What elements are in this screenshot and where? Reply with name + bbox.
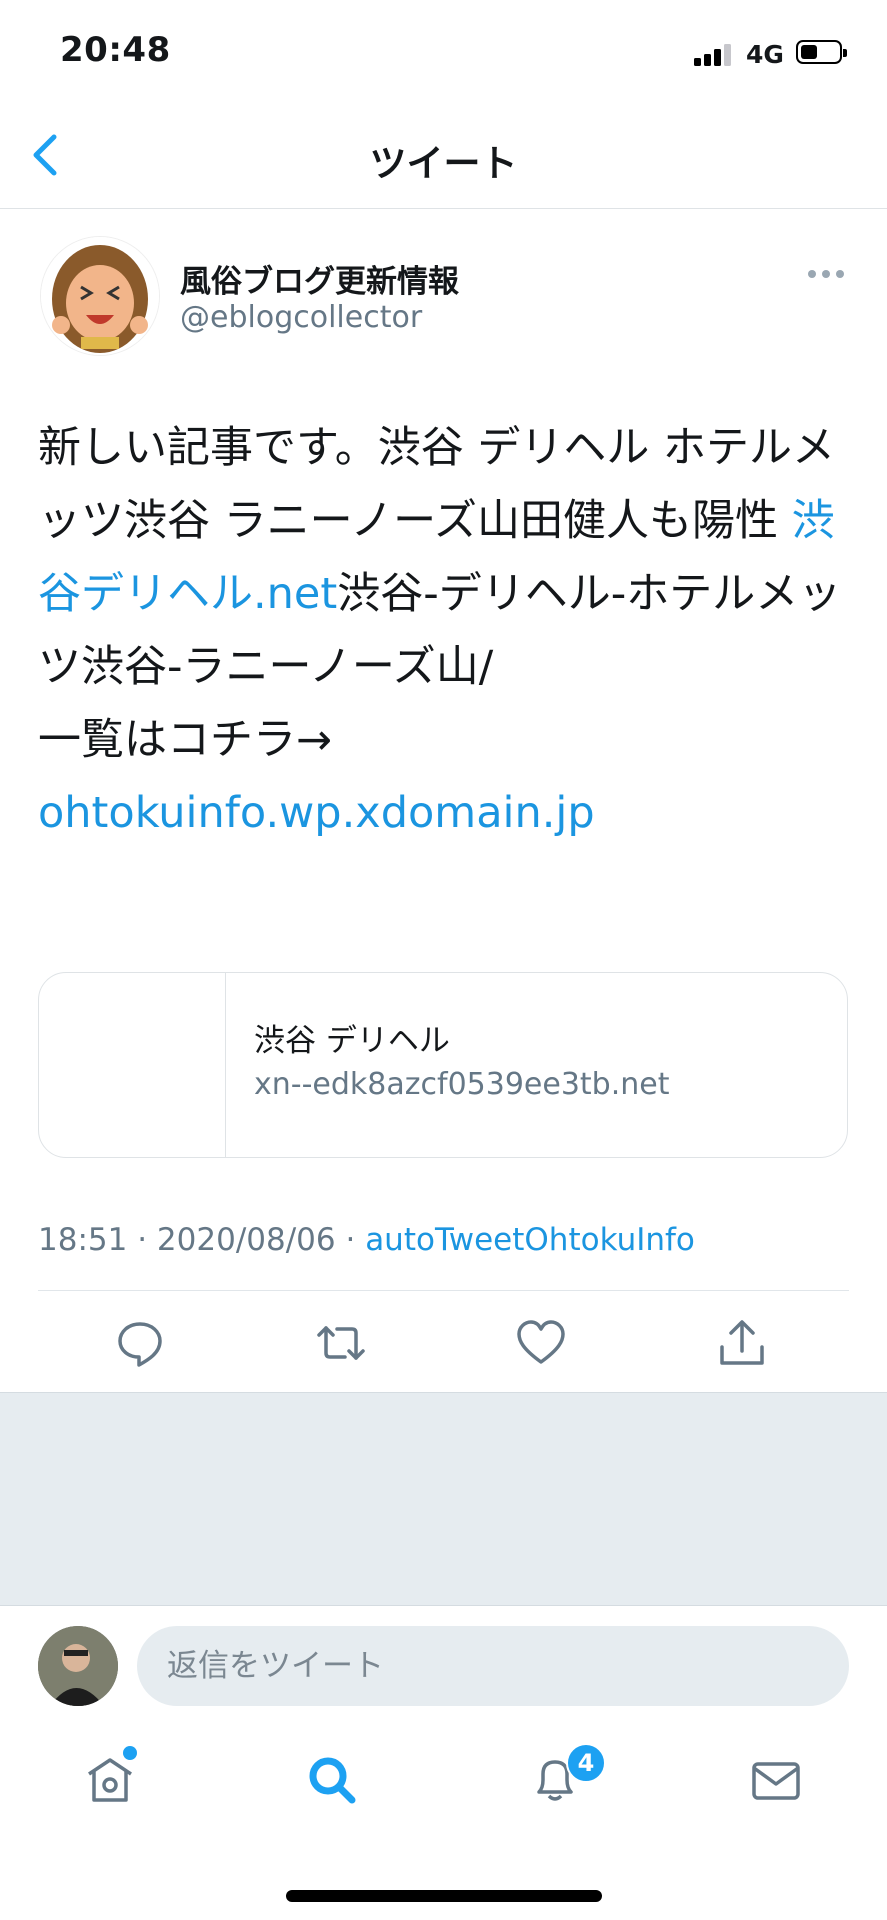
like-heart-icon[interactable]	[513, 1315, 569, 1371]
more-options-icon[interactable]	[808, 270, 848, 282]
tweet-date: 2020/08/06	[156, 1222, 336, 1258]
battery-icon	[796, 40, 847, 64]
author-handle[interactable]: @eblogcollector	[180, 300, 422, 335]
card-thumbnail	[39, 973, 226, 1157]
share-icon[interactable]	[714, 1315, 770, 1371]
cartoon-face-icon	[41, 237, 159, 355]
search-icon[interactable]	[304, 1752, 360, 1808]
tweet-text: 新しい記事です。渋谷 デリヘル ホテルメッツ渋谷 ラニーノーズ山田健人も陽性 渋…	[38, 412, 858, 850]
status-time: 20:48	[60, 30, 171, 70]
tweet-text-part: 新しい記事です。渋谷 デリヘル ホテルメッツ渋谷 ラニーノーズ山田健人も陽性	[38, 423, 836, 546]
notifications-badge: 4	[566, 1743, 606, 1783]
tweet-source[interactable]: autoTweetOhtokuInfo	[365, 1222, 695, 1258]
meta-separator: ·	[137, 1222, 148, 1258]
card-domain: xn--edk8azcf0539ee3tb.net	[254, 1067, 670, 1102]
network-type: 4G	[746, 40, 784, 69]
my-avatar[interactable]	[38, 1626, 118, 1706]
tweet-time: 18:51	[38, 1222, 128, 1258]
home-indicator[interactable]	[286, 1890, 602, 1902]
empty-replies-area	[0, 1392, 887, 1606]
divider	[38, 1290, 849, 1291]
link-card[interactable]: 渋谷 デリヘル xn--edk8azcf0539ee3tb.net	[38, 972, 848, 1158]
home-new-indicator	[123, 1746, 137, 1760]
author-name[interactable]: 風俗ブログ更新情報	[180, 256, 459, 301]
tweet-link[interactable]: ohtokuinfo.wp.xdomain.jp	[38, 788, 595, 838]
messages-envelope-icon[interactable]	[748, 1752, 804, 1808]
tweet-meta: 18:51 · 2020/08/06 · autoTweetOhtokuInfo	[38, 1222, 695, 1258]
signal-icon	[694, 42, 736, 66]
reply-icon[interactable]	[112, 1315, 168, 1371]
retweet-icon[interactable]	[313, 1315, 369, 1371]
tweet-text-part: 一覧はコチラ→	[38, 715, 333, 765]
card-title: 渋谷 デリヘル	[254, 1023, 450, 1059]
meta-separator: ·	[345, 1222, 356, 1258]
reply-input[interactable]: 返信をツイート	[137, 1626, 849, 1706]
author-avatar[interactable]	[40, 236, 160, 356]
profile-photo-icon	[38, 1626, 118, 1706]
home-icon[interactable]	[82, 1752, 138, 1808]
page-title: ツイート	[369, 142, 518, 185]
